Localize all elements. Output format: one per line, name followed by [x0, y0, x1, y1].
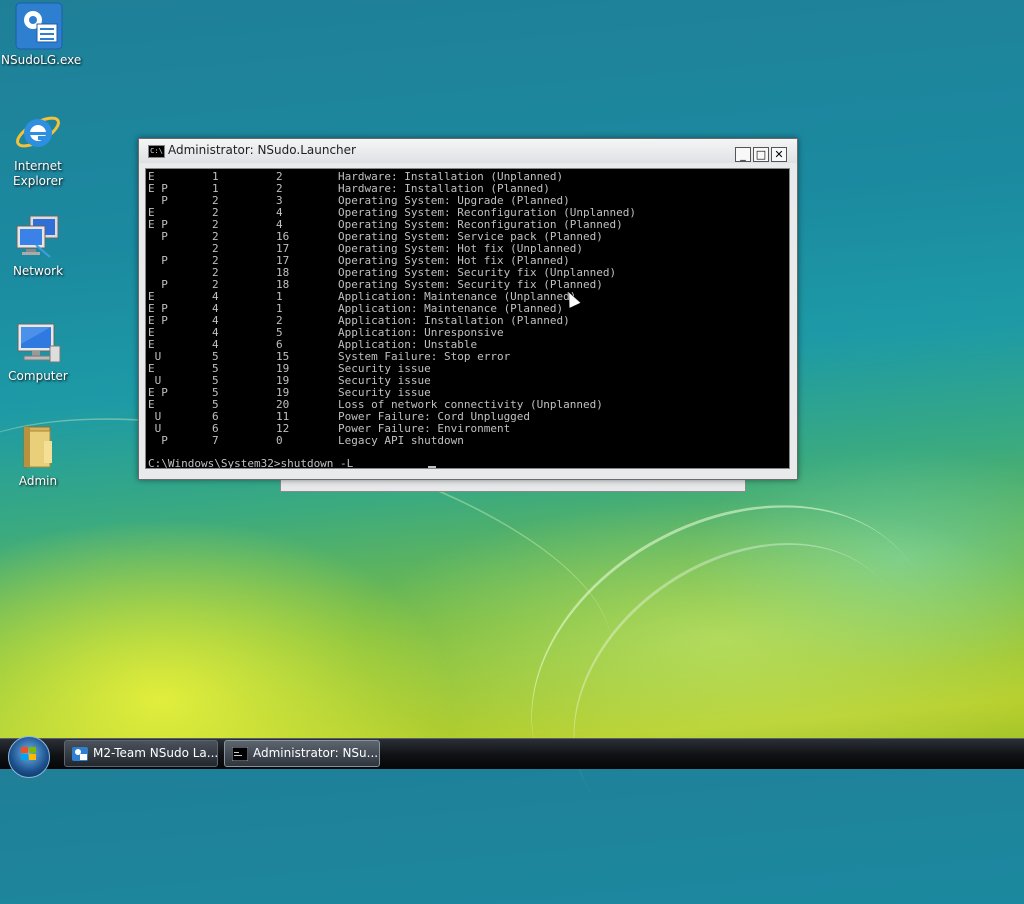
title-bar[interactable]: C:\ Administrator: NSudo.Launcher _ □ ✕ — [139, 139, 797, 163]
console-row-minor: 0 — [276, 434, 283, 447]
desktop-icon-computer[interactable]: Computer — [0, 318, 76, 384]
taskbar-button-console[interactable]: Administrator: NSu... — [224, 740, 380, 767]
window-title: Administrator: NSudo.Launcher — [168, 143, 356, 157]
close-button[interactable]: ✕ — [771, 147, 787, 162]
background-window-edge — [280, 478, 746, 492]
desktop-icon-label: Admin — [18, 474, 58, 488]
computer-icon — [14, 318, 62, 366]
desktop-icon-nsudolg[interactable]: NSudoLG.exe — [1, 2, 82, 68]
console-row-flags: P — [148, 254, 168, 267]
desktop-icon-label: Internet Explorer — [13, 159, 63, 188]
desktop-icon-label: Network — [12, 264, 64, 278]
user-folder-icon — [14, 423, 62, 471]
internet-explorer-icon — [14, 108, 62, 156]
console-window[interactable]: C:\ Administrator: NSudo.Launcher _ □ ✕ … — [138, 138, 798, 480]
text-cursor — [428, 466, 436, 468]
desktop-icon-admin[interactable]: Admin — [0, 423, 76, 489]
taskbar-button-label: M2-Team NSudo La... — [93, 746, 219, 760]
network-icon — [14, 213, 62, 261]
desktop-icon-label: Computer — [8, 369, 68, 383]
desktop-icon-label: NSudoLG.exe — [1, 53, 82, 67]
taskbar-button-label: Administrator: NSu... — [253, 746, 379, 760]
windows-start-orb-icon[interactable] — [8, 736, 50, 778]
taskbar-button-nsudo[interactable]: M2-Team NSudo La... — [64, 740, 218, 767]
minimize-button[interactable]: _ — [735, 147, 751, 162]
nsudo-app-icon — [15, 2, 63, 50]
console-output[interactable]: C:\Windows\System32>shutdown -L E 1 2 Hardw… — [145, 168, 790, 469]
nsudo-app-icon — [72, 747, 88, 761]
console-row-major: 7 — [212, 434, 219, 447]
windows-flag-icon — [21, 747, 37, 761]
console-row-flags: P — [148, 230, 168, 243]
console-icon: C:\ — [148, 145, 165, 158]
command-prompt[interactable]: C:\Windows\System32>shutdown -L — [148, 458, 353, 469]
desktop-icon-network[interactable]: Network — [0, 213, 76, 279]
console-row-flags: P — [148, 434, 168, 447]
desktop-icon-internet-explorer[interactable]: Internet Explorer — [0, 108, 76, 189]
console-row-reason: Legacy API shutdown — [338, 434, 464, 447]
console-icon — [231, 746, 249, 762]
maximize-button[interactable]: □ — [753, 147, 769, 162]
